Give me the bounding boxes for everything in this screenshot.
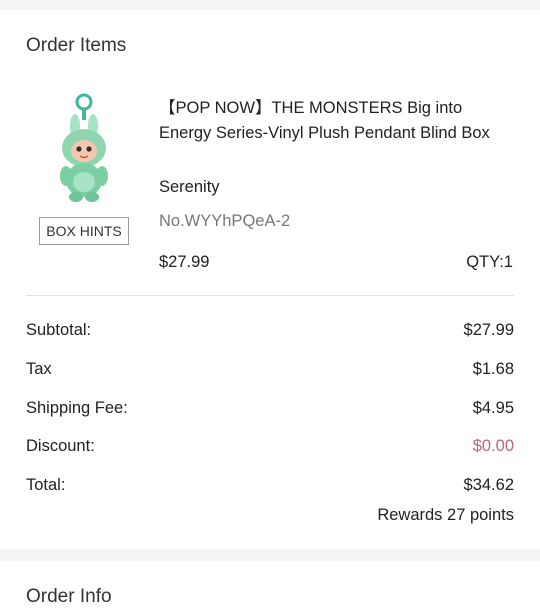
order-items-card: Order Items BOX HINTS 【POP NOW】THE MONST… — [0, 10, 540, 549]
rewards-points: Rewards 27 points — [377, 506, 514, 524]
total-row: Total: $34.62 — [26, 476, 514, 498]
discount-value: $0.00 — [472, 437, 514, 455]
order-info-title: Order Info — [26, 586, 112, 607]
total-label: Total: — [26, 476, 66, 494]
product-title[interactable]: 【POP NOW】THE MONSTERS Big into Energy Se… — [159, 96, 499, 145]
product-variant: Serenity — [159, 178, 220, 196]
product-quantity: QTY:1 — [466, 253, 513, 271]
product-price: $27.99 — [159, 253, 210, 271]
shipping-value: $4.95 — [472, 399, 514, 417]
shipping-label: Shipping Fee: — [26, 399, 128, 417]
shipping-row: Shipping Fee: $4.95 — [26, 399, 514, 421]
box-hints-button[interactable]: BOX HINTS — [39, 217, 129, 245]
product-thumbnail[interactable] — [44, 90, 124, 205]
product-sku: No.WYYhPQeA-2 — [159, 212, 291, 230]
subtotal-label: Subtotal: — [26, 321, 92, 339]
tax-label: Tax — [26, 360, 52, 378]
tax-value: $1.68 — [472, 360, 514, 378]
subtotal-row: Subtotal: $27.99 — [26, 321, 514, 343]
discount-row: Discount: $0.00 — [26, 437, 514, 459]
order-items-title: Order Items — [26, 35, 127, 56]
tax-row: Tax $1.68 — [26, 360, 514, 382]
subtotal-value: $27.99 — [463, 321, 514, 339]
top-spacer — [0, 0, 540, 10]
summary-divider — [26, 295, 514, 296]
total-value: $34.62 — [463, 476, 514, 494]
discount-label: Discount: — [26, 437, 95, 455]
